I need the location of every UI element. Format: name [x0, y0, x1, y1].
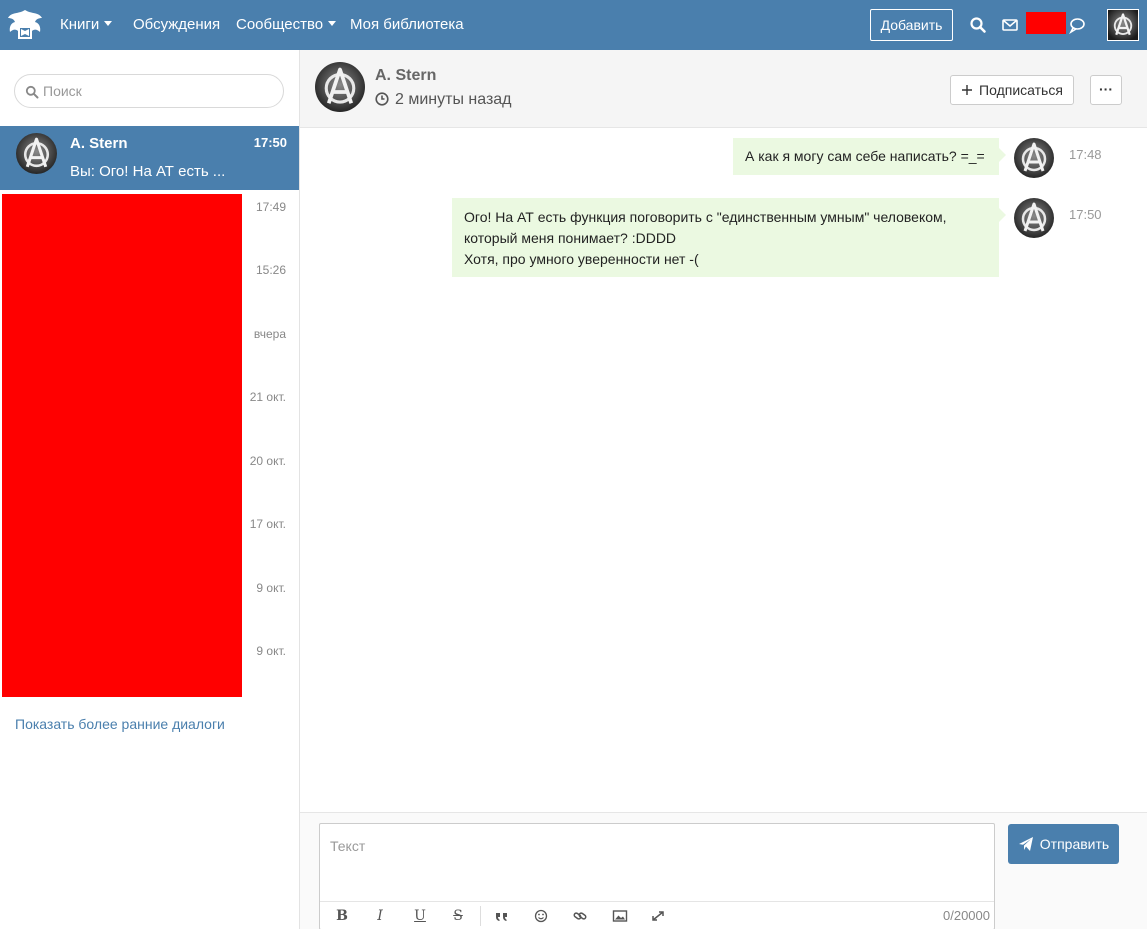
dialog-search: [14, 74, 284, 108]
dialog-time[interactable]: 21 окт.: [250, 390, 286, 404]
avatar[interactable]: [315, 62, 365, 112]
bold-button[interactable]: B: [332, 907, 352, 925]
nav-books-label: Книги: [60, 16, 100, 33]
dialog-item-active[interactable]: A. Stern 17:50 Вы: Ого! На АТ есть ...: [0, 126, 299, 190]
dialog-preview: Вы: Ого! На АТ есть ...: [70, 163, 226, 180]
message-line: Хотя, про умного уверенности нет -(: [464, 251, 699, 267]
quote-icon[interactable]: [492, 907, 512, 925]
fullscreen-icon[interactable]: [648, 907, 668, 925]
avatar: [16, 133, 57, 174]
format-toolbar: B I U S 0/20000: [320, 901, 994, 929]
message-line: который меня понимает? :DDDD: [464, 230, 677, 246]
subscribe-label: Подписаться: [979, 82, 1063, 98]
dialog-time[interactable]: 15:26: [256, 263, 286, 277]
send-label: Отправить: [1039, 836, 1110, 852]
nav-discussions[interactable]: Обсуждения: [133, 16, 220, 33]
dialog-time[interactable]: 17:49: [256, 200, 286, 214]
more-options-button[interactable]: ···: [1090, 75, 1122, 105]
search-icon[interactable]: [969, 16, 987, 34]
link-icon[interactable]: [570, 907, 590, 925]
image-icon[interactable]: [610, 907, 630, 925]
envelope-icon[interactable]: [1001, 16, 1019, 34]
nav-my-library[interactable]: Моя библиотека: [350, 16, 464, 33]
message-bubble: А как я могу сам себе написать? =_=: [733, 138, 1006, 175]
plus-icon: [962, 85, 973, 95]
dialog-time[interactable]: вчера: [254, 327, 286, 341]
top-navbar: Книги Обсуждения Сообщество Моя библиоте…: [0, 0, 1147, 50]
paper-plane-icon: [1018, 837, 1033, 851]
add-button[interactable]: Добавить: [870, 9, 953, 41]
strikethrough-button[interactable]: S: [448, 907, 468, 925]
dialog-time[interactable]: 17 окт.: [250, 517, 286, 531]
message-bubble: Ого! На АТ есть функция поговорить с "ед…: [452, 198, 1006, 277]
avatar[interactable]: [1014, 138, 1054, 178]
user-avatar[interactable]: [1107, 9, 1139, 41]
underline-button[interactable]: U: [410, 907, 430, 925]
chat-partner-name[interactable]: A. Stern: [375, 67, 436, 85]
site-logo[interactable]: [5, 6, 45, 44]
dialogs-sidebar: A. Stern 17:50 Вы: Ого! На АТ есть ... 1…: [0, 50, 300, 929]
show-earlier-dialogs-link[interactable]: Показать более ранние диалоги: [15, 716, 225, 732]
dialog-time[interactable]: 20 окт.: [250, 454, 286, 468]
bubble-tail: [999, 148, 1006, 162]
italic-button[interactable]: I: [370, 907, 390, 925]
chat-header: A. Stern 2 минуты назад Подписаться ···: [300, 50, 1147, 128]
bubble-tail: [999, 208, 1006, 222]
redacted-username: [1026, 12, 1066, 34]
dialog-time: 17:50: [253, 135, 287, 150]
dialog-name: A. Stern: [70, 135, 128, 152]
search-input[interactable]: [43, 81, 273, 101]
last-seen-status: 2 минуты назад: [375, 91, 512, 109]
clock-icon: [375, 92, 389, 106]
nav-community[interactable]: Сообщество: [236, 16, 337, 33]
last-seen-text: 2 минуты назад: [395, 91, 512, 108]
send-button[interactable]: Отправить: [1008, 824, 1119, 864]
smiley-icon[interactable]: [531, 907, 551, 925]
chat-bubble-icon[interactable]: [1068, 16, 1086, 34]
nav-books[interactable]: Книги: [60, 16, 113, 33]
message-time: 17:50: [1069, 207, 1102, 222]
message-time: 17:48: [1069, 147, 1102, 162]
redacted-dialog-list: [2, 194, 242, 697]
message-composer: B I U S 0/20000: [300, 812, 1147, 929]
message-input[interactable]: [320, 824, 994, 900]
avatar[interactable]: [1014, 198, 1054, 238]
chevron-down-icon: [104, 21, 113, 26]
search-icon: [25, 85, 39, 99]
chevron-down-icon: [328, 21, 337, 26]
message-text: А как я могу сам себе написать? =_=: [745, 148, 985, 164]
dialog-time[interactable]: 9 окт.: [256, 581, 286, 595]
dialog-time[interactable]: 9 окт.: [256, 644, 286, 658]
message-line: Ого! На АТ есть функция поговорить с "ед…: [464, 209, 947, 225]
subscribe-button[interactable]: Подписаться: [950, 75, 1074, 105]
nav-community-label: Сообщество: [236, 16, 324, 33]
toolbar-divider: [480, 906, 481, 926]
character-counter: 0/20000: [943, 908, 990, 923]
message-editor: B I U S 0/20000: [319, 823, 995, 929]
